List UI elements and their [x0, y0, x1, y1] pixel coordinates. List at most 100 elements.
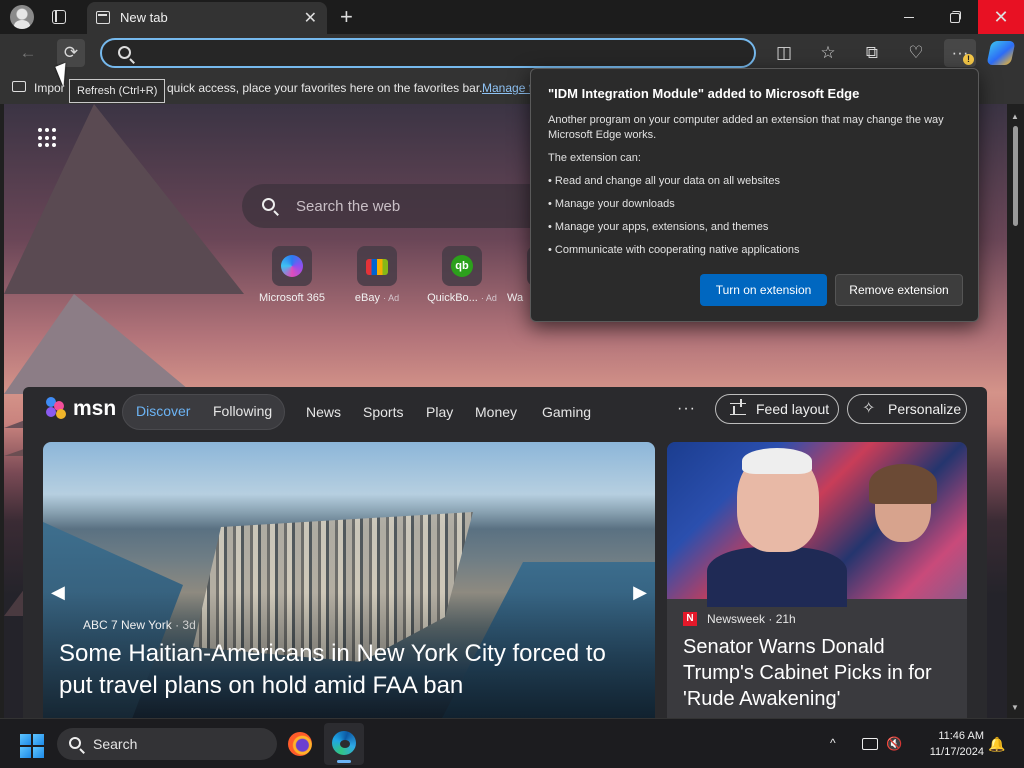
copilot-icon[interactable] — [986, 41, 1016, 65]
site-tile: qb — [442, 246, 482, 286]
more-icon[interactable]: ··· ! — [944, 39, 976, 67]
site-label: QuickBo... — [427, 292, 478, 304]
site-label: Wa — [507, 292, 524, 304]
clock[interactable]: 11:46 AM 11/17/2024 — [912, 728, 984, 760]
address-bar[interactable] — [100, 38, 756, 68]
new-tab-page-icon — [96, 11, 110, 24]
new-tab-button[interactable]: + — [340, 4, 353, 30]
page-scrollbar[interactable]: ▲ ▼ — [1007, 104, 1024, 718]
site-tile — [272, 246, 312, 286]
title-bar: New tab ✕ + ✕ — [0, 0, 1024, 34]
story-source: ABC 7 New York · 3d — [83, 618, 196, 632]
restore-button[interactable] — [932, 0, 978, 34]
extension-added-popup: "IDM Integration Module" added to Micros… — [530, 68, 979, 322]
sparkle-icon: ✧ — [862, 400, 876, 417]
scroll-thumb[interactable] — [1013, 126, 1018, 226]
story-time: · 3d — [175, 618, 196, 632]
edge-icon — [332, 731, 356, 755]
nav-gaming[interactable]: Gaming — [542, 404, 591, 420]
taskbar: Search ^ 🔇 11:46 AM 11/17/2024 🔔 — [0, 718, 1024, 768]
search-icon — [118, 46, 131, 59]
feed-layout-button[interactable]: Feed layout — [715, 394, 839, 424]
nav-sports[interactable]: Sports — [363, 404, 403, 420]
previous-arrow-icon[interactable]: ◀ — [51, 582, 65, 603]
msn-brand[interactable]: msn — [73, 397, 116, 421]
popup-description: Another program on your computer added a… — [548, 114, 944, 141]
sliders-icon — [730, 399, 746, 415]
nav-play[interactable]: Play — [426, 404, 453, 420]
taskbar-search[interactable]: Search — [57, 728, 277, 760]
close-window-button[interactable]: ✕ — [978, 0, 1024, 34]
tab-close-icon[interactable]: ✕ — [304, 8, 317, 28]
site-label: eBay — [354, 292, 380, 304]
import-favorites-icon[interactable] — [12, 81, 26, 92]
performance-icon[interactable]: ♡ — [902, 39, 930, 67]
next-arrow-icon[interactable]: ▶ — [633, 582, 647, 603]
firefox-icon[interactable] — [288, 732, 312, 756]
quick-link-microsoft-365[interactable]: Microsoft 365 — [252, 246, 332, 304]
quickbooks-icon: qb — [451, 255, 473, 277]
popup-title: "IDM Integration Module" added to Micros… — [548, 86, 860, 101]
split-screen-icon[interactable]: ◫ — [770, 39, 798, 67]
site-tile — [357, 246, 397, 286]
refresh-icon[interactable]: ⟳ — [57, 39, 85, 67]
nav-news[interactable]: News — [306, 404, 341, 420]
turn-on-extension-button[interactable]: Turn on extension — [700, 274, 827, 306]
permission-item: • Communicate with cooperating native ap… — [548, 244, 800, 256]
warning-badge-icon: ! — [963, 54, 974, 65]
favorites-icon[interactable]: ☆ — [814, 39, 842, 67]
main-story-card[interactable]: ◀ ▶ ABC 7 New York · 3d Some Haitian-Ame… — [43, 442, 655, 718]
side-story-card[interactable]: N Newsweek · 21h Senator Warns Donald Tr… — [667, 442, 967, 718]
import-favorites-label[interactable]: Impor — [34, 81, 65, 95]
feed-layout-label: Feed layout — [756, 401, 830, 417]
scroll-down-icon[interactable]: ▼ — [1011, 703, 1019, 712]
newsweek-logo-icon: N — [683, 612, 697, 626]
tab-actions-icon[interactable] — [52, 10, 66, 24]
quick-link-quickbooks[interactable]: qb QuickBo... · Ad — [422, 246, 502, 304]
source-name: Newsweek — [707, 612, 766, 626]
tab-discover[interactable]: Discover — [136, 403, 190, 419]
tab-following[interactable]: Following — [213, 403, 272, 419]
story-source: Newsweek · 21h — [707, 612, 796, 626]
web-search-input[interactable] — [296, 196, 536, 216]
person-shape — [869, 464, 937, 542]
favorites-bar-message: quick access, place your favorites here … — [167, 81, 483, 95]
popup-permissions-heading: The extension can: — [548, 152, 641, 164]
manage-favorites-link[interactable]: Manage f — [482, 81, 532, 95]
refresh-tooltip: Refresh (Ctrl+R) — [69, 79, 166, 103]
show-hidden-icons-icon[interactable]: ^ — [830, 736, 836, 750]
story-time: · 21h — [768, 612, 796, 626]
person-shape — [737, 448, 819, 552]
site-label: Microsoft 365 — [258, 292, 326, 304]
network-icon[interactable] — [862, 738, 878, 750]
msn-feed: msn Discover Following News Sports Play … — [23, 387, 987, 718]
remove-extension-button[interactable]: Remove extension — [835, 274, 963, 306]
browser-toolbar: ← ⟳ ◫ ☆ ⧉ ♡ ··· ! — [0, 34, 1024, 72]
personalize-button[interactable]: ✧ Personalize — [847, 394, 967, 424]
feed-tab-group: Discover Following — [122, 394, 285, 430]
web-search-box[interactable] — [242, 184, 562, 228]
back-icon[interactable]: ← — [14, 39, 42, 67]
volume-muted-icon[interactable]: 🔇 — [886, 736, 902, 752]
windows-start-icon[interactable] — [20, 734, 44, 758]
edge-taskbar-button[interactable] — [324, 723, 364, 765]
clock-date: 11/17/2024 — [929, 746, 984, 758]
story-title[interactable]: Senator Warns Donald Trump's Cabinet Pic… — [683, 634, 958, 712]
app-launcher-icon[interactable] — [38, 128, 58, 148]
more-nav-icon[interactable]: ··· — [677, 400, 696, 418]
collections-icon[interactable]: ⧉ — [858, 39, 886, 67]
story-title[interactable]: Some Haitian-Americans in New York City … — [59, 638, 639, 702]
profile-avatar-icon[interactable] — [10, 5, 34, 29]
address-input[interactable] — [142, 44, 742, 64]
minimize-button[interactable] — [886, 0, 932, 34]
tab-new-tab[interactable]: New tab ✕ — [87, 2, 327, 34]
permission-item: • Manage your apps, extensions, and them… — [548, 221, 769, 233]
scroll-up-icon[interactable]: ▲ — [1011, 112, 1019, 121]
notifications-bell-icon[interactable]: 🔔 — [988, 736, 1005, 753]
msn-logo-icon[interactable] — [44, 397, 70, 421]
nav-money[interactable]: Money — [475, 404, 517, 420]
mountain-shape — [4, 294, 194, 394]
search-icon — [69, 737, 81, 749]
quick-link-ebay[interactable]: eBay · Ad — [337, 246, 417, 304]
permission-item: • Read and change all your data on all w… — [548, 175, 780, 187]
